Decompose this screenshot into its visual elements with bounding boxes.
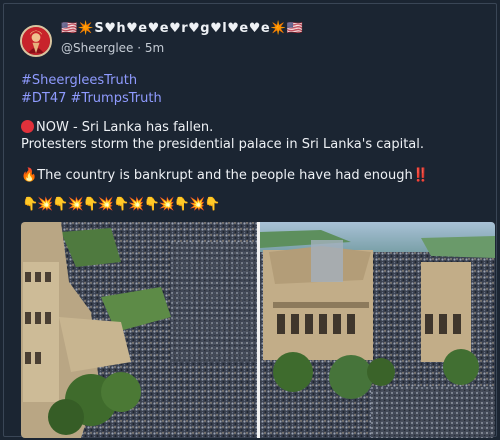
post-text-body: 🔥The country is bankrupt and the people …	[21, 167, 429, 184]
fire-icon: 🔥	[21, 168, 38, 183]
display-name[interactable]: 🇺🇸✴️S♥h♥e♥e♥r♥g♥l♥e♥e✴️🇺🇸	[61, 21, 304, 36]
avatar-image	[22, 27, 50, 55]
double-exclamation-icon: ‼️	[412, 168, 429, 183]
post-line-1: NOW - Sri Lanka has fallen.	[36, 120, 214, 135]
meta-separator: ·	[137, 41, 142, 55]
red-circle-icon	[21, 120, 34, 133]
hashtags: #SheergleesTruth #DT47 #TrumpsTruth	[21, 72, 162, 108]
hashtag-dt47[interactable]: #DT47	[21, 91, 66, 106]
image-divider	[257, 222, 260, 438]
post-time[interactable]: 5m	[145, 41, 164, 55]
user-handle[interactable]: @Sheerglee	[61, 41, 133, 55]
hashtag-trumpstruth[interactable]: #TrumpsTruth	[71, 91, 162, 106]
post-line-2: Protesters storm the presidential palace…	[21, 137, 425, 152]
post-media[interactable]	[21, 222, 495, 438]
post-text-headline: NOW - Sri Lanka has fallen. Protesters s…	[21, 119, 424, 153]
post-line-3: The country is bankrupt and the people h…	[37, 168, 413, 183]
hashtag-sheergleestruth[interactable]: #SheergleesTruth	[21, 73, 137, 88]
emoji-row: 👇💥👇💥👇💥👇💥👇💥👇💥👇	[22, 197, 220, 212]
truth-post: 🇺🇸✴️S♥h♥e♥e♥r♥g♥l♥e♥e✴️🇺🇸 @Sheerglee · 5…	[3, 3, 497, 438]
avatar[interactable]	[20, 25, 52, 57]
handle-line: @Sheerglee · 5m	[61, 41, 164, 55]
